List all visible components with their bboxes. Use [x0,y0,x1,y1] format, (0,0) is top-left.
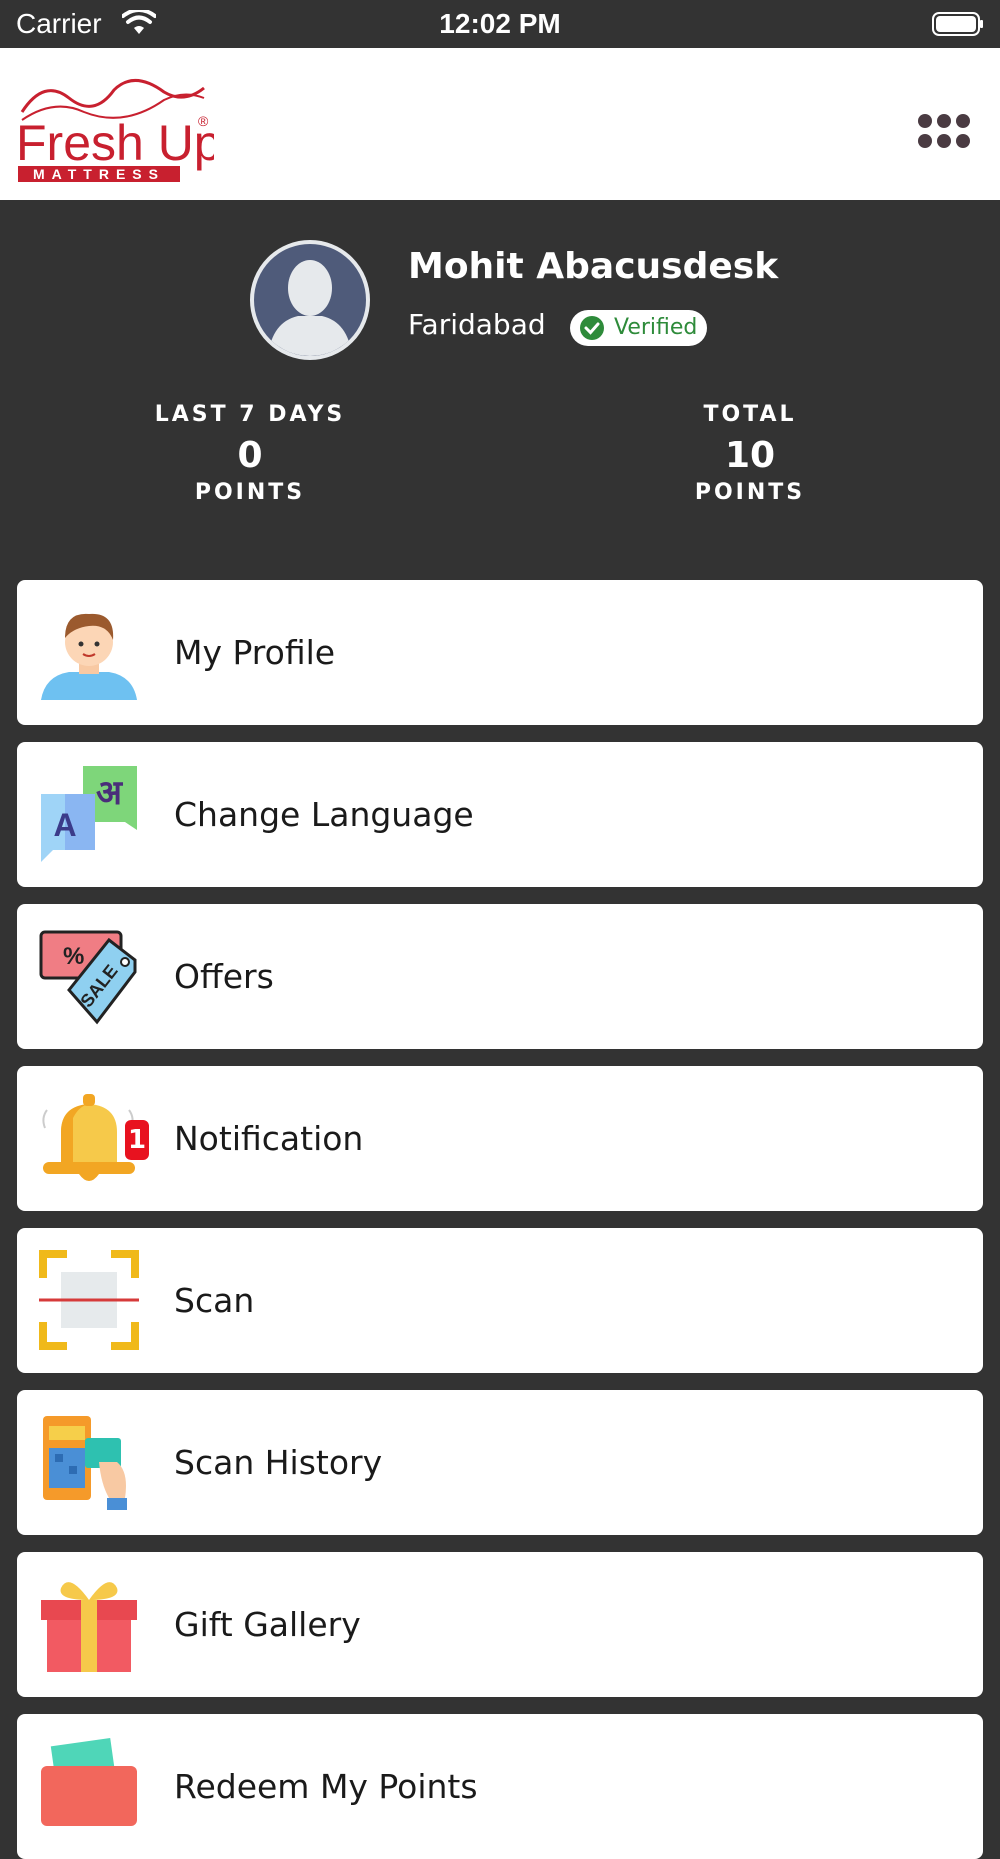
language-icon: अ A [41,766,137,862]
svg-text:A: A [53,807,76,843]
svg-text:MATTRESS: MATTRESS [33,166,165,182]
user-city: Faridabad [408,308,546,341]
more-dots-icon[interactable] [918,114,970,150]
total-points: TOTAL 10 POINTS [600,402,900,505]
menu-item-redeem-my-points[interactable]: Redeem My Points [17,1714,983,1859]
menu-item-label: Gift Gallery [174,1605,361,1644]
menu-item-label: Redeem My Points [174,1767,478,1806]
app-header: Fresh Up ® MATTRESS [0,48,1000,200]
menu-item-my-profile[interactable]: My Profile [17,580,983,725]
notification-count-badge: 1 [125,1120,149,1160]
stat-label: LAST 7 DAYS [154,402,346,427]
sale-tag-icon: % SALE [39,930,137,1025]
battery-icon [932,12,983,36]
scan-icon [39,1250,139,1350]
menu-item-scan-history[interactable]: Scan History [17,1390,983,1535]
gift-icon [41,1582,137,1672]
menu-item-notification[interactable]: 1 Notification [17,1066,983,1211]
menu-item-label: Scan History [174,1443,383,1482]
svg-text:Fresh Up: Fresh Up [16,115,214,171]
person-silhouette-icon [268,260,352,356]
user-name: Mohit Abacusdesk [408,246,779,287]
avatar[interactable] [250,240,370,360]
menu-item-change-language[interactable]: अ A Change Language [17,742,983,887]
wallet-icon [41,1737,137,1826]
menu-item-label: Change Language [174,795,474,834]
stat-label: TOTAL [703,402,797,427]
menu-item-offers[interactable]: % SALE Offers [17,904,983,1049]
verified-label: Verified [614,315,698,340]
status-bar: Carrier 12:02 PM [0,0,1000,48]
card-payment-icon [43,1416,127,1510]
stat-value: 10 [724,435,776,476]
boy-avatar-icon [41,613,137,700]
bell-icon [42,1094,135,1181]
menu-item-label: My Profile [174,633,336,672]
stat-value: 0 [237,435,263,476]
stat-unit: POINTS [694,480,806,505]
last-7-days-points: LAST 7 DAYS 0 POINTS [100,402,400,505]
menu-item-gift-gallery[interactable]: Gift Gallery [17,1552,983,1697]
fresh-up-logo[interactable]: Fresh Up ® MATTRESS [14,68,214,188]
profile-summary: Mohit Abacusdesk Faridabad Verified LAST… [0,200,1000,570]
svg-text:%: % [63,943,84,970]
menu-item-label: Notification [174,1119,364,1158]
menu-item-scan[interactable]: Scan [17,1228,983,1373]
verified-badge: Verified [570,310,708,346]
stat-unit: POINTS [194,480,306,505]
menu-item-label: Scan [174,1281,255,1320]
check-circle-icon [580,316,604,340]
svg-text:®: ® [198,113,209,129]
menu-item-label: Offers [174,957,274,996]
clock: 12:02 PM [439,8,561,39]
svg-text:अ: अ [96,773,124,813]
